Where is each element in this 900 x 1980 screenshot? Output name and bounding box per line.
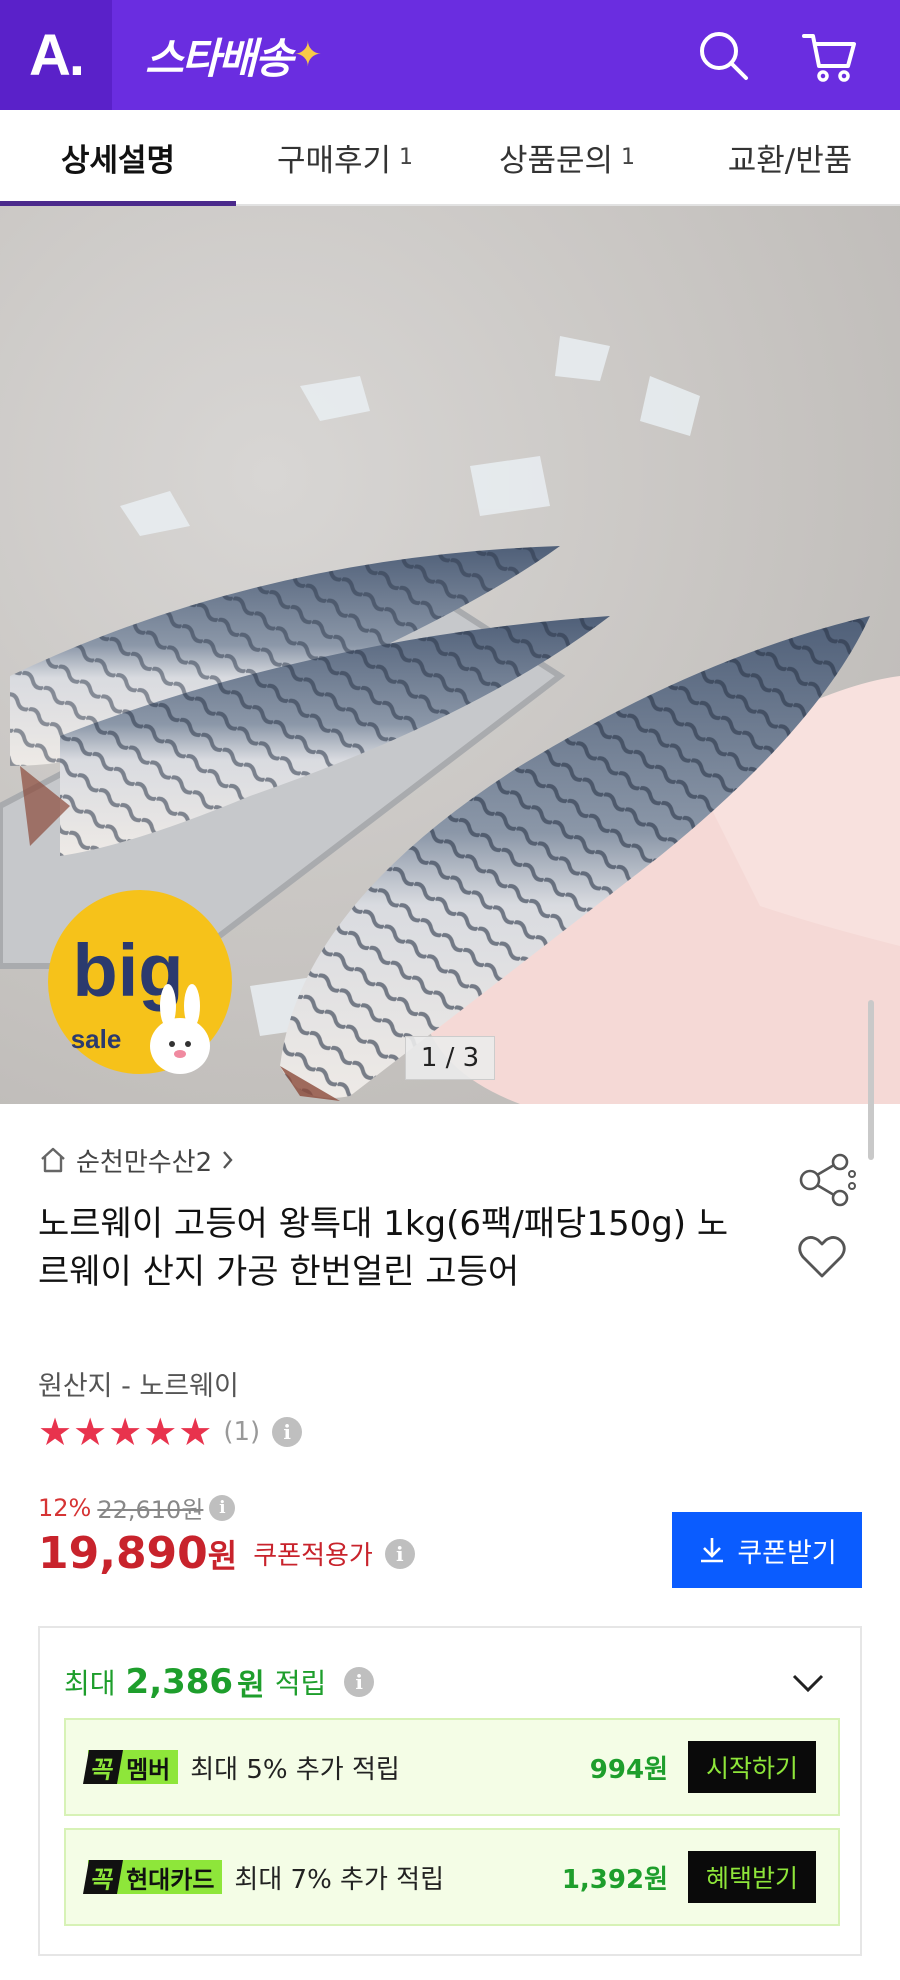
carousel-pager: 1 / 3 [405,1036,495,1080]
badge-sale-text: sale [71,1024,122,1054]
download-icon [701,1538,724,1563]
info-icon[interactable]: i [272,1417,303,1447]
product-title: 노르웨이 고등어 왕특대 1kg(6팩/패당150g) 노르웨이 산지 가공 한… [38,1204,729,1292]
reward-prefix: 최대 [64,1667,116,1700]
benefit-amount: 994원 [589,1754,668,1785]
scrollbar[interactable] [868,1000,874,1160]
tab-label: 교환/반품 [727,142,853,179]
info-icon[interactable]: i [384,1538,415,1569]
tag-prefix: 꼭 [83,1750,124,1784]
seller-name: 순천만수산2 [76,1147,213,1178]
big-sale-badge: big sale [48,890,232,1074]
tab-reviews[interactable]: 구매후기 1 [236,110,454,204]
original-price: 22,610원 [97,1496,204,1524]
info-icon[interactable]: i [344,1667,375,1697]
seller-link[interactable]: 순천만수산2 [38,1140,246,1180]
reward-summary[interactable]: 최대 2,386 원 적립 i [64,1660,375,1704]
benefit-desc: 최대 5% 추가 적립 [190,1754,400,1785]
tab-count: 1 [399,144,414,170]
tab-count: 1 [621,144,636,170]
price-unit: 원 [207,1536,238,1575]
start-member-button[interactable]: 시작하기 [688,1741,816,1793]
discount-row: 12% 22,610원 i [38,1490,236,1525]
top-app-bar: A. 스타배송 ✦ [0,0,900,110]
reward-panel: 최대 2,386 원 적립 i 꼭 멤버 최대 5% 추가 적립 994원 시작… [38,1626,862,1956]
benefit-desc: 최대 7% 추가 적립 [234,1864,444,1895]
sale-price: 19,890 [38,1528,208,1579]
get-coupon-button[interactable]: 쿠폰받기 [672,1512,862,1588]
tab-description[interactable]: 상세설명 [0,110,236,206]
star-rating: ★★★★★ [38,1410,214,1454]
tab-label: 상품문의 [498,142,614,179]
product-origin: 원산지 - 노르웨이 [38,1371,239,1402]
app-logo[interactable]: A. [0,0,112,110]
benefit-amount: 1,392원 [561,1864,668,1895]
wishlist-heart-icon[interactable] [796,1232,848,1282]
share-icon[interactable] [796,1150,860,1210]
discount-rate: 12% [38,1493,92,1522]
review-count: (1) [223,1417,261,1447]
cart-icon[interactable] [800,26,860,86]
search-icon[interactable] [694,26,754,86]
get-benefit-button[interactable]: 혜택받기 [688,1851,816,1903]
chevron-right-icon [223,1151,233,1169]
member-benefit-row: 꼭 멤버 최대 5% 추가 적립 994원 시작하기 [64,1718,840,1816]
tag-name: 현대카드 [126,1865,215,1894]
coupon-button-label: 쿠폰받기 [737,1537,837,1568]
home-icon [41,1147,65,1173]
brand-text: 스타배송 [145,33,294,83]
reward-suffix: 적립 [274,1667,327,1700]
reward-amount: 2,386 [125,1662,234,1702]
product-image-carousel[interactable]: big sale [0,206,900,1104]
tab-inquiries[interactable]: 상품문의 1 [454,110,680,204]
member-tag: 꼭 멤버 [83,1750,179,1784]
info-icon[interactable]: i [209,1494,236,1521]
tag-prefix: 꼭 [83,1860,124,1894]
reward-unit: 원 [237,1668,265,1703]
hyundai-card-benefit-row: 꼭 현대카드 최대 7% 추가 적립 1,392원 혜택받기 [64,1828,840,1926]
product-tabs: 상세설명 구매후기 1 상품문의 1 교환/반품 [0,110,900,206]
rating-row[interactable]: ★★★★★ (1) i [38,1410,303,1454]
coupon-price-note: 쿠폰적용가 [253,1541,373,1571]
price-row: 19,890 원 쿠폰적용가 i [38,1528,415,1579]
tag-name: 멤버 [126,1755,171,1784]
mackerel-photo: big sale [0,336,900,1104]
tab-label: 구매후기 [276,142,392,179]
hyundai-card-tag: 꼭 현대카드 [83,1860,223,1894]
sparkle-icon: ✦ [293,35,322,75]
star-delivery-logo[interactable]: 스타배송 ✦ [145,28,322,83]
chevron-down-icon[interactable] [788,1668,828,1698]
tab-label: 상세설명 [60,142,176,179]
tab-exchange-return[interactable]: 교환/반품 [680,110,900,204]
